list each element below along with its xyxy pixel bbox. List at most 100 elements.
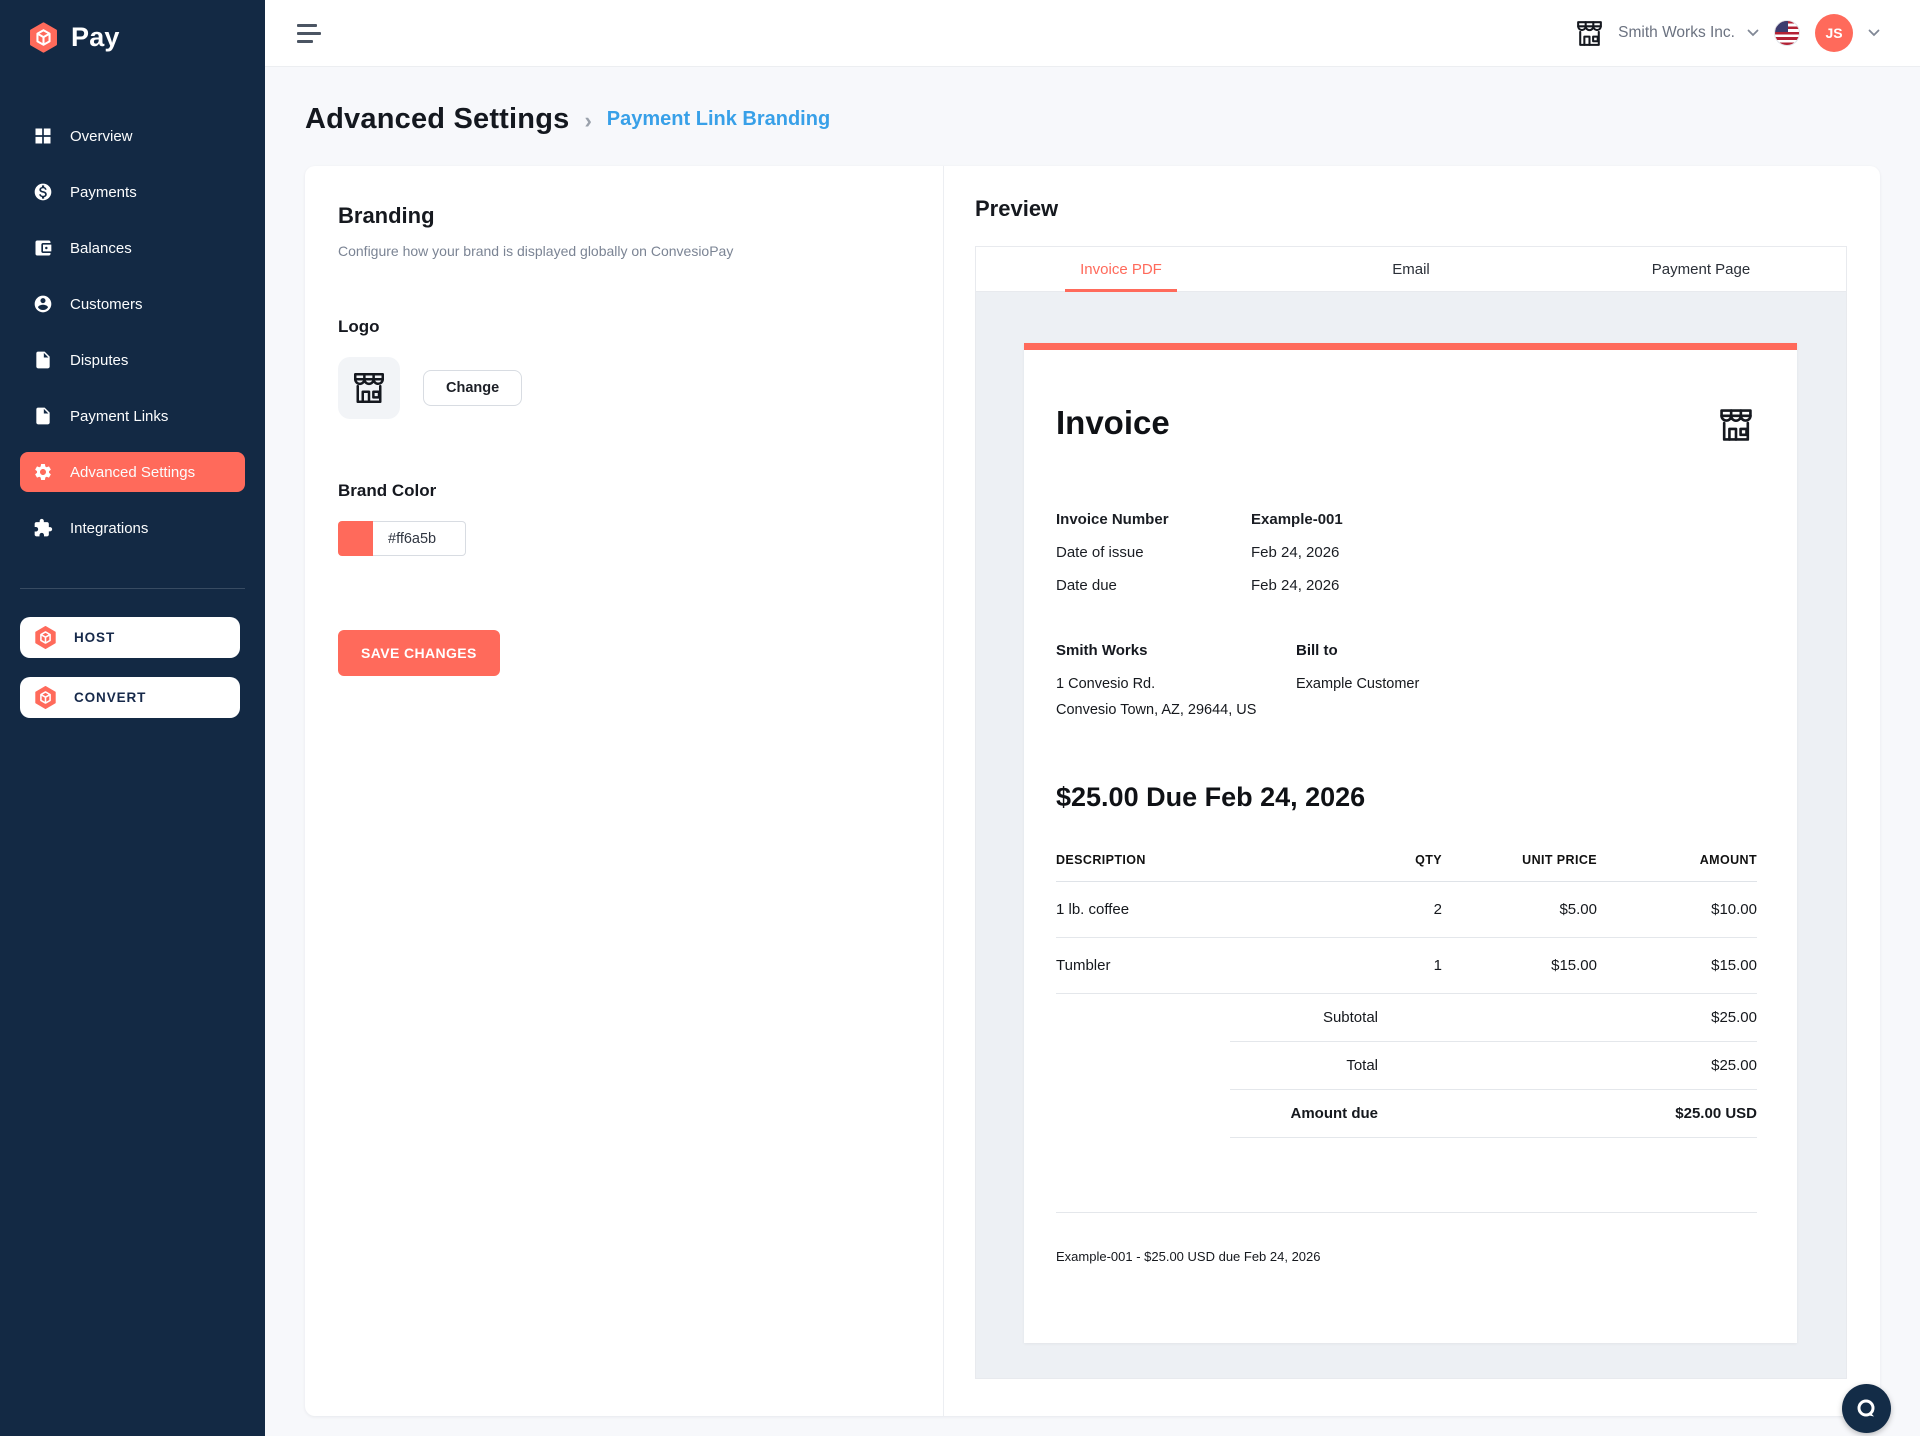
summary-value: $25.00 USD (1675, 1105, 1757, 1122)
cell-qty: 1 (1352, 938, 1442, 994)
preview-section: Preview Invoice PDF Email Payment Page I… (944, 166, 1880, 1416)
merchant-name: Smith Works Inc. (1618, 24, 1735, 42)
breadcrumb-section[interactable]: Advanced Settings (305, 103, 569, 136)
top-bar: Smith Works Inc. JS (265, 0, 1920, 67)
logo-preview[interactable] (338, 357, 400, 419)
sidebar-item-advanced-settings[interactable]: Advanced Settings (20, 452, 245, 492)
sidebar-item-customers[interactable]: Customers (20, 284, 245, 324)
brand-color-input[interactable] (373, 521, 466, 556)
breadcrumb: Advanced Settings › Payment Link Brandin… (305, 103, 1880, 136)
chat-button[interactable] (1842, 1384, 1891, 1433)
logo-label: Logo (338, 317, 903, 337)
breadcrumb-separator: › (584, 108, 591, 134)
storefront-icon (1573, 17, 1606, 50)
sidebar-nav: Overview Payments Balances Customers Dis… (0, 100, 265, 564)
document-icon (33, 406, 53, 426)
convert-button[interactable]: CONVERT (20, 677, 240, 718)
sidebar-item-overview[interactable]: Overview (20, 116, 245, 156)
detail-value: Feb 24, 2026 (1251, 544, 1339, 561)
date-due-row: Date due Feb 24, 2026 (1056, 577, 1757, 594)
sidebar-item-payment-links[interactable]: Payment Links (20, 396, 245, 436)
sidebar: Pay Overview Payments Balances Customers… (0, 0, 265, 1436)
brand-color-swatch[interactable] (338, 521, 373, 556)
invoice-summary: Subtotal $25.00 Total $25.00 Amount due … (1230, 994, 1757, 1138)
seller-address: Smith Works 1 Convesio Rd. Convesio Town… (1056, 642, 1296, 728)
sidebar-item-label: Integrations (70, 520, 148, 537)
preview-tabs: Invoice PDF Email Payment Page (976, 247, 1846, 292)
app-logo[interactable]: Pay (0, 0, 265, 72)
bill-to: Bill to Example Customer (1296, 642, 1536, 728)
branding-subtitle: Configure how your brand is displayed gl… (338, 243, 903, 259)
seller-name: Smith Works (1056, 642, 1296, 659)
merchant-switcher[interactable]: Smith Works Inc. (1573, 17, 1759, 50)
amount-due-row: Amount due $25.00 USD (1230, 1090, 1757, 1138)
app-brand-name: Pay (71, 22, 120, 53)
invoice-document: Invoice Invoice Number Example-001 (1024, 343, 1797, 1343)
chevron-down-icon (1747, 29, 1759, 37)
change-logo-button[interactable]: Change (423, 370, 522, 406)
cell-description: Tumbler (1056, 938, 1352, 994)
detail-label: Date of issue (1056, 544, 1251, 561)
invoice-logo (1715, 404, 1757, 451)
brand-color-field (338, 521, 903, 556)
tab-invoice-pdf[interactable]: Invoice PDF (976, 247, 1266, 291)
sidebar-item-label: Disputes (70, 352, 128, 369)
sidebar-item-balances[interactable]: Balances (20, 228, 245, 268)
storefront-icon (1715, 404, 1757, 446)
save-changes-button[interactable]: SAVE CHANGES (338, 630, 500, 676)
host-button-label: HOST (74, 630, 115, 645)
table-row: Tumbler 1 $15.00 $15.00 (1056, 938, 1757, 994)
invoice-addresses: Smith Works 1 Convesio Rd. Convesio Town… (1056, 642, 1757, 728)
date-of-issue-row: Date of issue Feb 24, 2026 (1056, 544, 1757, 561)
tab-payment-page[interactable]: Payment Page (1556, 247, 1846, 291)
invoice-details: Invoice Number Example-001 Date of issue… (1056, 511, 1757, 594)
sidebar-item-payments[interactable]: Payments (20, 172, 245, 212)
breadcrumb-page[interactable]: Payment Link Branding (607, 108, 830, 131)
invoice-line-items: DESCRIPTION QTY UNIT PRICE AMOUNT 1 lb. … (1056, 853, 1757, 994)
preview-body: Invoice Invoice Number Example-001 (976, 292, 1846, 1378)
document-icon (33, 350, 53, 370)
convert-button-label: CONVERT (74, 690, 146, 705)
summary-value: $25.00 (1711, 1057, 1757, 1074)
menu-toggle-button[interactable] (293, 20, 325, 47)
chevron-down-icon[interactable] (1868, 29, 1880, 37)
detail-label: Invoice Number (1056, 511, 1251, 528)
host-button[interactable]: HOST (20, 617, 240, 658)
dollar-circle-icon (33, 182, 53, 202)
col-amount: AMOUNT (1597, 853, 1757, 882)
detail-value: Example-001 (1251, 511, 1343, 528)
hexagon-cube-icon (27, 21, 60, 54)
invoice-number-row: Invoice Number Example-001 (1056, 511, 1757, 528)
sidebar-item-label: Balances (70, 240, 132, 257)
sidebar-item-label: Payment Links (70, 408, 168, 425)
tab-email[interactable]: Email (1266, 247, 1556, 291)
summary-label: Subtotal (1230, 1009, 1378, 1026)
bill-to-label: Bill to (1296, 642, 1536, 659)
subtotal-row: Subtotal $25.00 (1230, 994, 1757, 1042)
invoice-footer: Example-001 - $25.00 USD due Feb 24, 202… (1056, 1212, 1757, 1324)
col-qty: QTY (1352, 853, 1442, 882)
sidebar-item-integrations[interactable]: Integrations (20, 508, 245, 548)
brand-color-label: Brand Color (338, 481, 903, 501)
sidebar-item-disputes[interactable]: Disputes (20, 340, 245, 380)
language-flag-us-icon[interactable] (1774, 20, 1800, 46)
cell-unit-price: $15.00 (1442, 938, 1597, 994)
avatar[interactable]: JS (1815, 14, 1853, 52)
invoice-header: Invoice (1056, 404, 1757, 451)
cell-amount: $15.00 (1597, 938, 1757, 994)
hexagon-cube-icon (33, 625, 58, 650)
cell-qty: 2 (1352, 882, 1442, 938)
chat-bubble-icon (1854, 1396, 1880, 1422)
puzzle-icon (33, 518, 53, 538)
cell-amount: $10.00 (1597, 882, 1757, 938)
summary-value: $25.00 (1711, 1009, 1757, 1026)
table-row: 1 lb. coffee 2 $5.00 $10.00 (1056, 882, 1757, 938)
invoice-title: Invoice (1056, 404, 1170, 442)
col-unit-price: UNIT PRICE (1442, 853, 1597, 882)
table-header-row: DESCRIPTION QTY UNIT PRICE AMOUNT (1056, 853, 1757, 882)
cell-unit-price: $5.00 (1442, 882, 1597, 938)
detail-label: Date due (1056, 577, 1251, 594)
hexagon-cube-icon (33, 685, 58, 710)
summary-label: Amount due (1230, 1105, 1378, 1122)
user-circle-icon (33, 294, 53, 314)
